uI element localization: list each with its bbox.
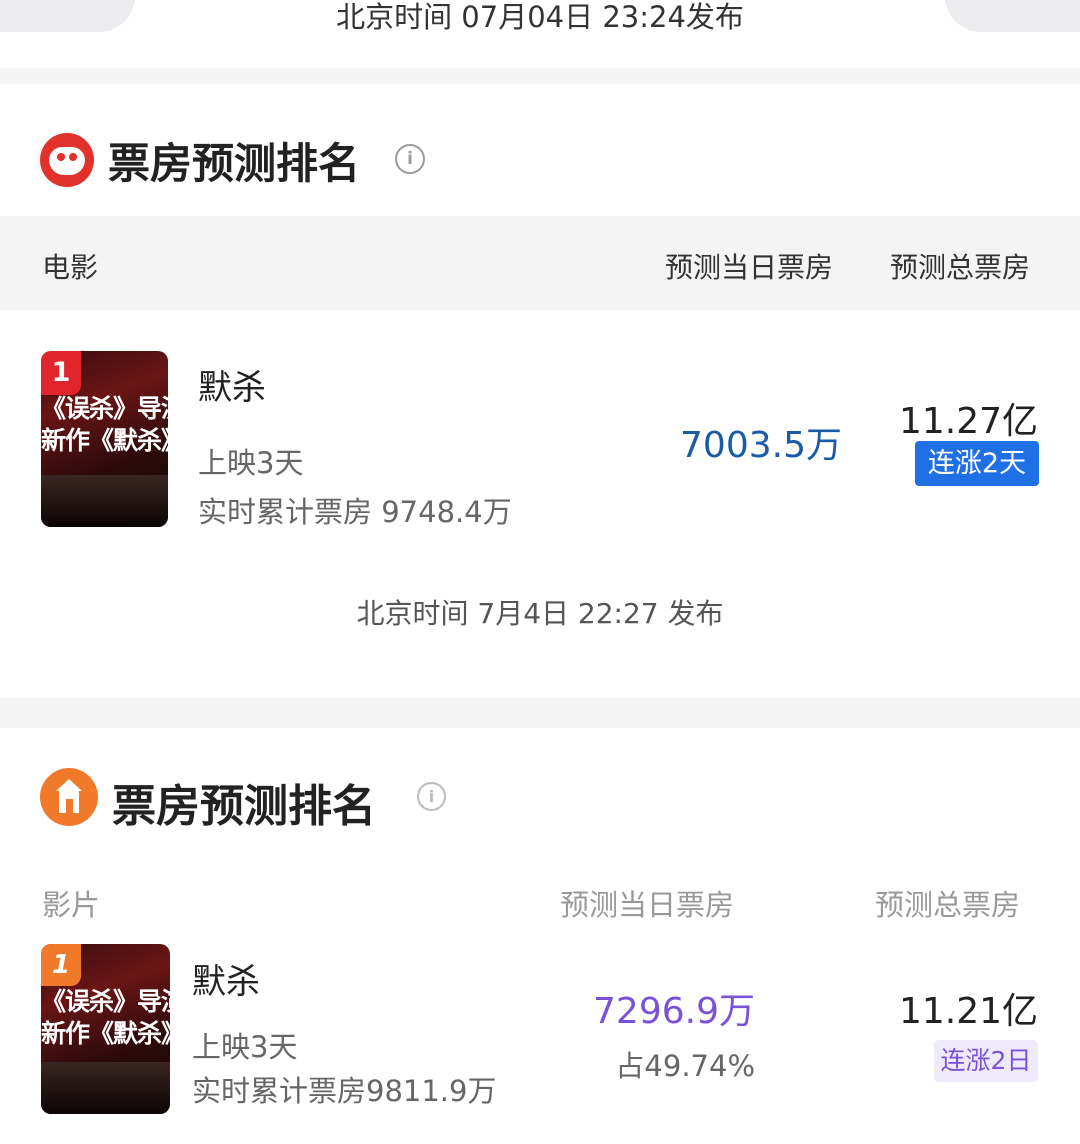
poster-text-line2: 新作《默杀》 xyxy=(41,426,168,455)
taopiaopiao-section-title: 票房预测排名 xyxy=(112,781,376,832)
header-total-forecast: 预测总票房 xyxy=(890,251,1031,284)
top-publish-time: 北京时间 07月04日 23:24发布 xyxy=(336,0,744,34)
info-circle-icon[interactable]: i xyxy=(417,782,446,811)
header-movie: 影片 xyxy=(42,888,101,922)
day-forecast-value: 7296.9万 xyxy=(593,991,755,1032)
header-movie: 电影 xyxy=(42,251,99,284)
trend-badge: 连涨2日 xyxy=(934,1040,1038,1082)
info-circle-icon[interactable]: i xyxy=(395,144,425,174)
rank-badge: 1 xyxy=(41,944,81,986)
movie-title[interactable]: 默杀 xyxy=(198,360,266,409)
total-forecast-value: 11.27亿 xyxy=(898,401,1038,442)
cumulative-box-office: 实时累计票房9811.9万 xyxy=(192,1074,497,1108)
header-total-forecast: 预测总票房 xyxy=(875,888,1021,922)
cumulative-box-office: 实时累计票房 9748.4万 xyxy=(198,495,512,529)
poster-text-line1: 《误杀》导演 xyxy=(41,987,170,1016)
header-day-forecast: 预测当日票房 xyxy=(560,888,735,922)
header-day-forecast: 预测当日票房 xyxy=(665,251,834,284)
maoyan-section-title: 票房预测排名 xyxy=(108,139,361,188)
top-publish-bar: 北京时间 07月04日 23:24发布 xyxy=(0,0,1080,68)
movie-title[interactable]: 默杀 xyxy=(192,954,260,1003)
day-forecast-value: 7003.5万 xyxy=(680,425,842,466)
trend-badge: 连涨2天 xyxy=(915,441,1039,486)
release-days: 上映3天 xyxy=(192,1030,298,1064)
poster-cast-image xyxy=(41,475,168,527)
release-days: 上映3天 xyxy=(198,446,304,480)
cat-logo-icon xyxy=(40,133,94,187)
market-share: 占49.74% xyxy=(615,1049,755,1083)
poster-cast-image xyxy=(41,1062,170,1114)
poster-text-line1: 《误杀》导演 xyxy=(41,394,168,423)
cinema-logo-icon xyxy=(40,768,98,826)
maoyan-publish-time: 北京时间 7月4日 22:27 发布 xyxy=(356,597,724,630)
poster-text-line2: 新作《默杀》 xyxy=(41,1019,170,1048)
total-forecast-value: 11.21亿 xyxy=(898,991,1038,1032)
rank-badge: 1 xyxy=(41,351,81,395)
